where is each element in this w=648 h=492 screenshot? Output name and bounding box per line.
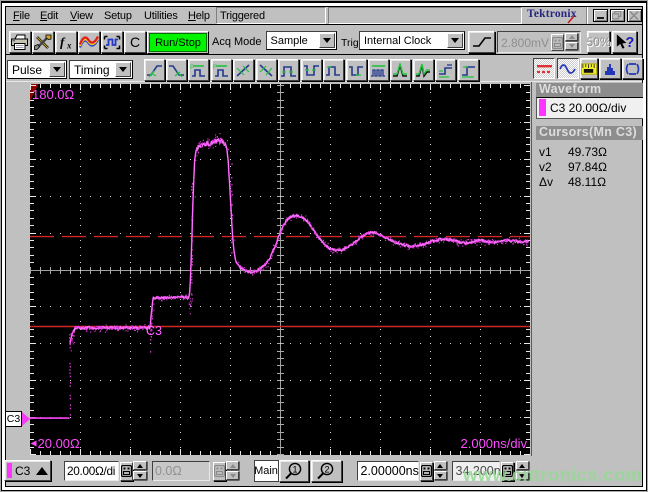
- svg-text:F: F: [213, 65, 217, 71]
- svg-text:2: 2: [324, 464, 329, 474]
- svg-text:f: f: [60, 35, 66, 50]
- svg-text:20.00Ω: 20.00Ω: [38, 436, 81, 451]
- svg-text:x: x: [66, 41, 72, 51]
- svg-text:2.000ns/div: 2.000ns/div: [461, 436, 528, 451]
- svg-text:C3: C3: [146, 324, 162, 338]
- svg-text:180.0Ω: 180.0Ω: [32, 87, 75, 102]
- svg-text:?: ?: [625, 35, 634, 51]
- svg-text:P: P: [190, 65, 194, 71]
- svg-text:1: 1: [292, 464, 297, 474]
